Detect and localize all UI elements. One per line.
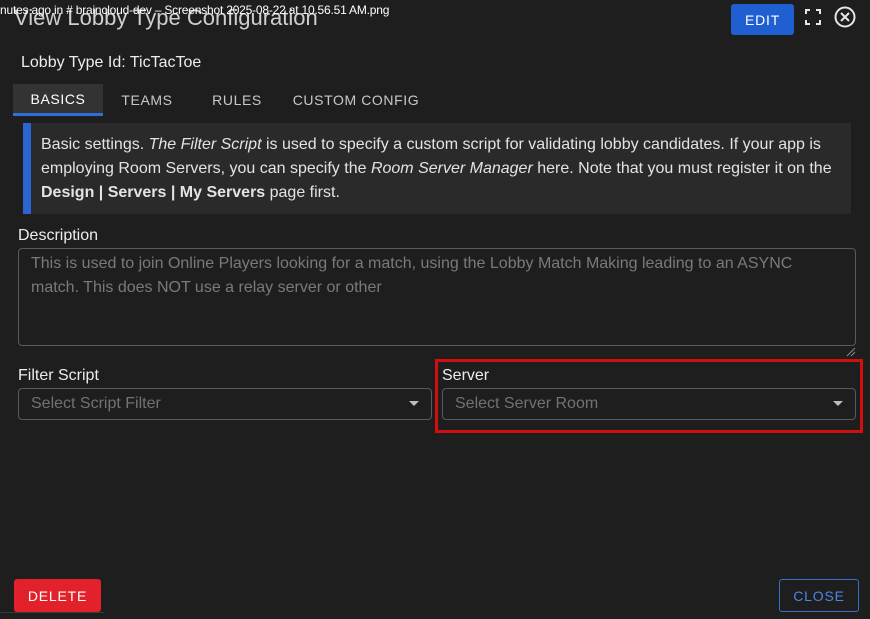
delete-button[interactable]: DELETE bbox=[14, 579, 101, 612]
info-filter-script: The Filter Script bbox=[148, 136, 262, 153]
info-callout: Basic settings. The Filter Script is use… bbox=[23, 123, 851, 214]
tab-basics[interactable]: BASICS bbox=[13, 84, 103, 116]
info-text-3: here. Note that you must register it on … bbox=[532, 160, 832, 177]
info-text-4: page first. bbox=[265, 184, 340, 201]
tab-teams[interactable]: TEAMS bbox=[107, 84, 187, 116]
filter-script-label: Filter Script bbox=[18, 367, 99, 384]
description-label: Description bbox=[18, 227, 99, 244]
divider bbox=[0, 612, 104, 613]
filter-script-placeholder: Select Script Filter bbox=[31, 395, 161, 412]
description-field[interactable]: This is used to join Online Players look… bbox=[18, 248, 856, 346]
edit-button[interactable]: EDIT bbox=[731, 4, 794, 35]
info-text-1: Basic settings. bbox=[41, 136, 149, 153]
filter-script-select[interactable]: Select Script Filter bbox=[18, 388, 432, 420]
close-icon[interactable] bbox=[834, 6, 856, 28]
lobby-type-id: Lobby Type Id: TicTacToe bbox=[21, 54, 202, 71]
screenshot-caption: nutes ago in # braincloud-dev – Screensh… bbox=[0, 3, 390, 17]
annotation-highlight-box bbox=[435, 359, 863, 433]
fullscreen-icon[interactable] bbox=[804, 8, 822, 26]
resize-grip-icon[interactable] bbox=[846, 344, 856, 357]
tab-custom-config[interactable]: CUSTOM CONFIG bbox=[285, 84, 427, 116]
tab-rules[interactable]: RULES bbox=[197, 84, 277, 116]
chevron-down-icon bbox=[409, 401, 419, 406]
close-button[interactable]: CLOSE bbox=[779, 579, 859, 612]
info-room-server-manager: Room Server Manager bbox=[370, 160, 533, 177]
info-design-path: Design | Servers | My Servers bbox=[41, 184, 266, 201]
